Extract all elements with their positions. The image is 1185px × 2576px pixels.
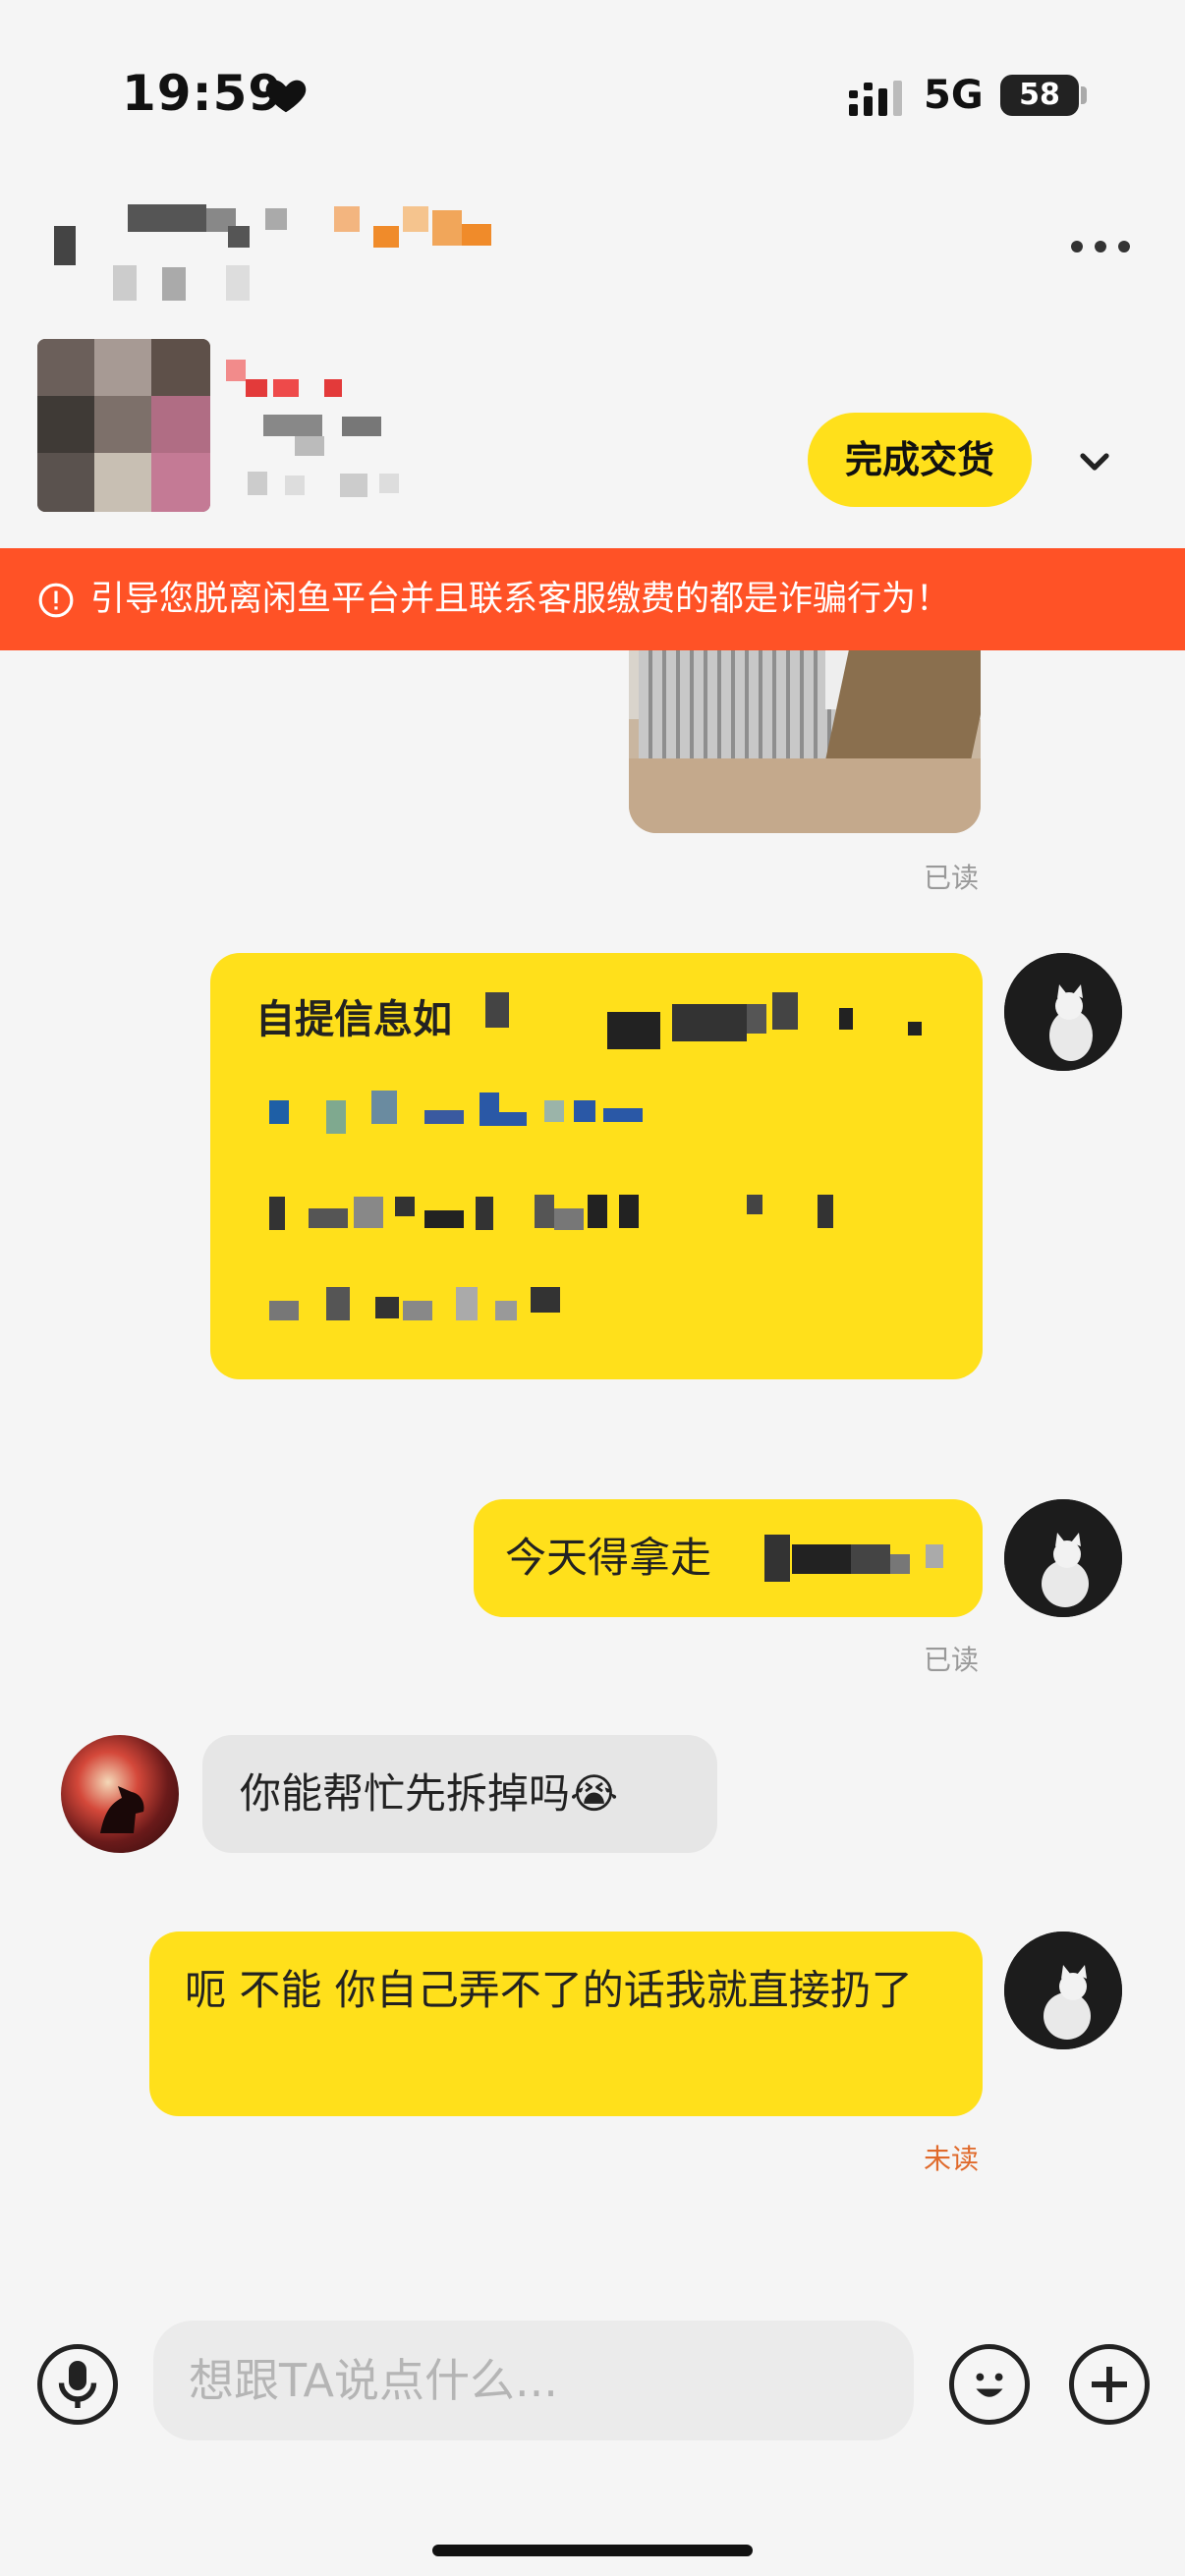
my-avatar[interactable] bbox=[1004, 1499, 1122, 1617]
plus-icon bbox=[1092, 2367, 1127, 2402]
read-status: 已读 bbox=[924, 862, 980, 894]
battery-indicator: 58 bbox=[1000, 75, 1079, 116]
message-text: 呃 不能 你自己弄不了的话我就直接扔了 bbox=[185, 1966, 913, 2014]
cat-icon bbox=[1004, 953, 1122, 1071]
message-text: 你能帮忙先拆掉吗😭 bbox=[240, 1769, 619, 1818]
message-text: 今天得拿走 bbox=[505, 1534, 712, 1582]
my-avatar[interactable] bbox=[1004, 1932, 1122, 2049]
smiley-icon bbox=[976, 2373, 1003, 2397]
voice-button[interactable] bbox=[37, 2344, 118, 2425]
horse-icon bbox=[100, 1786, 144, 1833]
warning-text: 引导您脱离闲鱼平台并且联系客服缴费的都是诈骗行为！ bbox=[90, 580, 951, 619]
cat-icon bbox=[1004, 1932, 1122, 2049]
message-input[interactable] bbox=[153, 2321, 914, 2440]
microphone-icon bbox=[58, 2361, 97, 2408]
status-time: 19:59 bbox=[122, 65, 284, 122]
heart-icon bbox=[265, 80, 307, 113]
battery-tip bbox=[1081, 86, 1087, 104]
cat-icon bbox=[1004, 1499, 1122, 1617]
image-message[interactable] bbox=[629, 650, 981, 833]
exclamation-circle-icon bbox=[38, 583, 74, 618]
fraud-warning-banner: 引导您脱离闲鱼平台并且联系客服缴费的都是诈骗行为！ bbox=[0, 548, 1185, 650]
message-bubble-mine[interactable]: 今天得拿走 bbox=[474, 1499, 983, 1617]
more-options-icon[interactable] bbox=[1071, 232, 1140, 261]
unread-status: 未读 bbox=[924, 2143, 980, 2175]
read-status: 已读 bbox=[924, 1644, 980, 1676]
item-thumbnail[interactable] bbox=[37, 339, 210, 512]
message-bubble-mine[interactable]: 呃 不能 你自己弄不了的话我就直接扔了 bbox=[149, 1932, 983, 2116]
my-avatar[interactable] bbox=[1004, 953, 1122, 1071]
message-bubble-theirs[interactable]: 你能帮忙先拆掉吗😭 bbox=[202, 1735, 717, 1853]
more-actions-button[interactable] bbox=[1069, 2344, 1150, 2425]
other-user-avatar[interactable] bbox=[61, 1735, 179, 1853]
message-bubble-mine[interactable]: 自提信息如下，请按约定 bbox=[210, 953, 983, 1379]
signal-icon bbox=[849, 81, 902, 116]
pickup-info-text: 自提信息如下，请按约定 bbox=[255, 997, 452, 1042]
emoji-button[interactable] bbox=[949, 2344, 1030, 2425]
chevron-down-icon[interactable] bbox=[1071, 438, 1118, 485]
complete-delivery-button[interactable]: 完成交货 bbox=[808, 413, 1032, 507]
network-label: 5G bbox=[924, 73, 984, 118]
home-indicator bbox=[432, 2545, 753, 2556]
